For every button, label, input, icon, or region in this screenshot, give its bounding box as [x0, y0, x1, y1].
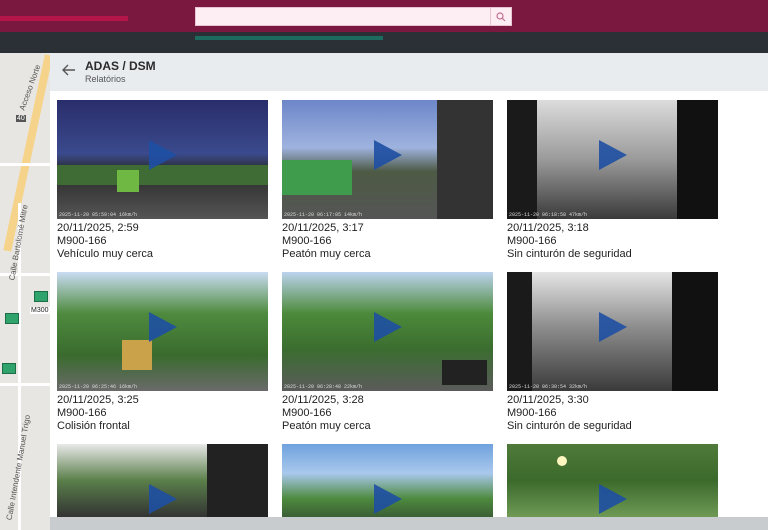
map-vehicle-marker[interactable] — [2, 363, 16, 374]
play-icon — [374, 140, 402, 170]
event-datetime: 20/11/2025, 3:17 — [282, 222, 364, 234]
arrow-left-icon — [62, 64, 75, 76]
search-box — [195, 7, 512, 27]
thumb-scene — [507, 272, 532, 391]
play-icon — [149, 484, 177, 514]
video-thumbnail[interactable]: 2025-11-20 06:25:46 16km/h — [57, 272, 268, 391]
search-button[interactable] — [490, 8, 511, 25]
play-icon — [149, 140, 177, 170]
event-vehicle: M900-166 — [282, 235, 332, 247]
event-card[interactable]: 2025-11-20 05:59:04 16km/h 20/11/2025, 2… — [57, 100, 268, 261]
play-icon — [599, 312, 627, 342]
thumb-scene — [117, 170, 139, 192]
video-timestamp: 2025-11-20 05:59:04 16km/h — [59, 212, 138, 218]
thumb-scene — [672, 272, 718, 391]
event-datetime: 20/11/2025, 3:25 — [57, 394, 139, 406]
map-vehicle-label: M300 — [30, 307, 50, 314]
thumb-scene — [557, 456, 567, 466]
thumb-scene — [282, 160, 352, 195]
event-card[interactable]: 2025-11-20 06:25:46 16km/h 20/11/2025, 3… — [57, 272, 268, 433]
event-vehicle: M900-166 — [507, 235, 557, 247]
event-datetime: 20/11/2025, 2:59 — [57, 222, 139, 234]
event-type: Peatón muy cerca — [282, 420, 371, 432]
map-road — [0, 163, 50, 166]
play-icon — [599, 484, 627, 514]
event-datetime: 20/11/2025, 3:18 — [507, 222, 589, 234]
thumb-scene — [437, 100, 493, 219]
map-vehicle-marker[interactable] — [5, 313, 19, 324]
event-type: Vehículo muy cerca — [57, 248, 153, 260]
map-route-marker: 40 — [16, 115, 26, 122]
play-icon — [374, 312, 402, 342]
event-vehicle: M900-166 — [507, 407, 557, 419]
video-timestamp: 2025-11-20 06:28:48 22km/h — [284, 384, 363, 390]
video-thumbnail[interactable]: 2025-11-20 05:59:04 16km/h — [57, 100, 268, 219]
video-thumbnail[interactable] — [57, 444, 268, 517]
map-road — [0, 383, 50, 386]
secondary-bar — [0, 32, 768, 53]
back-button[interactable] — [62, 63, 76, 81]
event-type: Sin cinturón de seguridad — [507, 248, 632, 260]
thumb-scene — [122, 340, 152, 370]
top-bar — [0, 0, 768, 32]
page-subtitle: Relatórios — [85, 74, 126, 84]
map-vehicle-marker[interactable] — [34, 291, 48, 302]
search-icon — [496, 11, 506, 21]
video-thumbnail[interactable]: 2025-11-20 06:18:58 47km/h — [507, 100, 718, 219]
video-thumbnail[interactable] — [282, 444, 493, 517]
play-icon — [374, 484, 402, 514]
thumb-scene — [442, 360, 487, 385]
video-timestamp: 2025-11-20 06:17:05 14km/h — [284, 212, 363, 218]
secondary-bar-stripe — [195, 36, 383, 40]
search-input[interactable] — [196, 9, 498, 27]
event-card[interactable] — [57, 444, 268, 517]
video-thumbnail[interactable] — [507, 444, 718, 517]
video-timestamp: 2025-11-20 06:18:58 47km/h — [509, 212, 588, 218]
map-view[interactable]: Acceso Norte 40 Calle Bartolomé Mitre Ca… — [0, 53, 50, 530]
event-vehicle: M900-166 — [57, 235, 107, 247]
video-timestamp: 2025-11-20 06:25:46 16km/h — [59, 384, 138, 390]
thumb-scene — [507, 100, 537, 219]
event-card[interactable] — [507, 444, 718, 517]
event-vehicle: M900-166 — [57, 407, 107, 419]
event-card[interactable] — [282, 444, 493, 517]
video-thumbnail[interactable]: 2025-11-20 06:28:48 22km/h — [282, 272, 493, 391]
panel-header: ADAS / DSM Relatórios — [50, 53, 768, 91]
event-card[interactable]: 2025-11-20 06:30:54 32km/h 20/11/2025, 3… — [507, 272, 718, 433]
event-vehicle: M900-166 — [282, 407, 332, 419]
event-card[interactable]: 2025-11-20 06:17:05 14km/h 20/11/2025, 3… — [282, 100, 493, 261]
page-title: ADAS / DSM — [85, 59, 156, 73]
event-card[interactable]: 2025-11-20 06:18:58 47km/h 20/11/2025, 3… — [507, 100, 718, 261]
thumb-scene — [207, 444, 268, 517]
play-icon — [149, 312, 177, 342]
video-thumbnail[interactable]: 2025-11-20 06:17:05 14km/h — [282, 100, 493, 219]
event-card[interactable]: 2025-11-20 06:28:48 22km/h 20/11/2025, 3… — [282, 272, 493, 433]
event-datetime: 20/11/2025, 3:28 — [282, 394, 364, 406]
brand-accent — [0, 16, 128, 21]
video-timestamp: 2025-11-20 06:30:54 32km/h — [509, 384, 588, 390]
play-icon — [599, 140, 627, 170]
horizontal-scrollbar[interactable] — [50, 517, 768, 530]
reports-panel: ADAS / DSM Relatórios 2025-11-20 05:59:0… — [50, 53, 768, 530]
video-thumbnail[interactable]: 2025-11-20 06:30:54 32km/h — [507, 272, 718, 391]
event-type: Colisión frontal — [57, 420, 130, 432]
event-type: Sin cinturón de seguridad — [507, 420, 632, 432]
event-datetime: 20/11/2025, 3:30 — [507, 394, 589, 406]
thumb-scene — [677, 100, 718, 219]
event-type: Peatón muy cerca — [282, 248, 371, 260]
